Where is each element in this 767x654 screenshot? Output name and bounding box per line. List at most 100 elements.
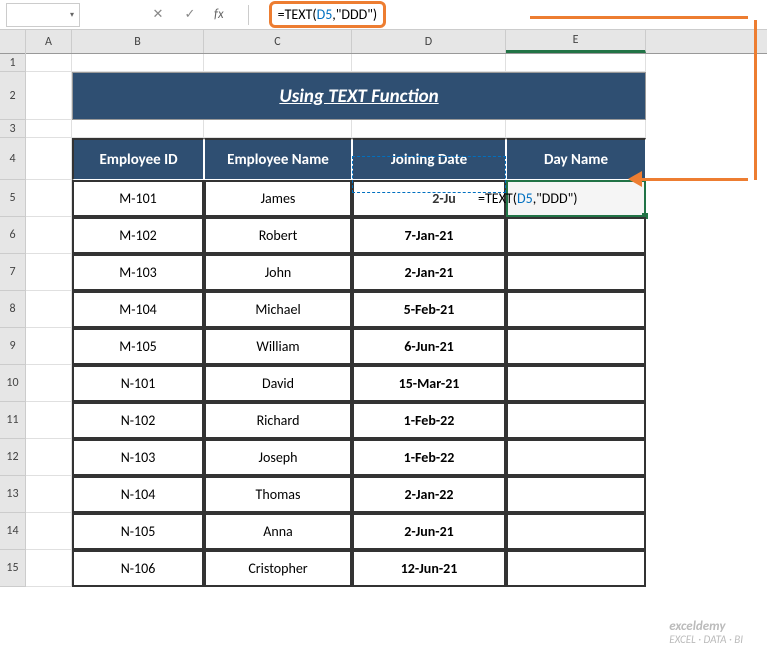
data-cell[interactable] [506,291,646,328]
data-cell[interactable]: N-104 [72,476,204,513]
header-day-name[interactable]: Day Name [506,138,646,180]
cell[interactable] [26,550,72,587]
data-cell[interactable] [506,402,646,439]
col-header[interactable]: A [26,30,72,53]
data-cell[interactable]: N-101 [72,365,204,402]
data-cell[interactable]: Robert [204,217,352,254]
data-cell[interactable] [506,328,646,365]
data-cell[interactable]: Joseph [204,439,352,476]
cell[interactable] [352,120,506,138]
data-cell[interactable]: N-103 [72,439,204,476]
select-all-corner[interactable] [0,30,25,54]
cell[interactable] [506,120,646,138]
data-cell[interactable]: 15-Mar-21 [352,365,506,402]
cell[interactable] [26,439,72,476]
data-cell[interactable]: John [204,254,352,291]
cell[interactable] [506,54,646,72]
data-cell[interactable]: Richard [204,402,352,439]
data-cell[interactable]: M-104 [72,291,204,328]
cell[interactable] [72,54,204,72]
data-cell[interactable]: Thomas [204,476,352,513]
data-cell[interactable]: 7-Jan-21 [352,217,506,254]
cell[interactable] [26,138,72,180]
row-header[interactable]: 5 [0,180,25,217]
cell[interactable] [26,72,72,120]
row-header[interactable]: 4 [0,138,25,180]
formula-bar-buttons: ✕ ✓ fx [80,7,238,22]
cell[interactable] [26,120,72,138]
row-header[interactable]: 6 [0,217,25,254]
data-cell[interactable] [506,513,646,550]
col-header[interactable]: B [72,30,204,53]
data-cell[interactable]: N-106 [72,550,204,587]
data-cell[interactable]: 1-Feb-22 [352,402,506,439]
data-cell[interactable]: 12-Jun-21 [352,550,506,587]
row-header[interactable]: 3 [0,120,25,138]
data-cell[interactable] [506,217,646,254]
selected-cell-e5[interactable]: =TEXT(D5,"DDD") [506,180,646,217]
row-header[interactable]: 2 [0,72,25,120]
title-cell[interactable]: Using TEXT Function [72,72,646,120]
header-emp-name[interactable]: Employee Name [204,138,352,180]
row-header[interactable]: 8 [0,291,25,328]
data-cell[interactable]: David [204,365,352,402]
data-cell[interactable]: M-101 [72,180,204,217]
header-emp-id[interactable]: Employee ID [72,138,204,180]
row-header[interactable]: 11 [0,402,25,439]
row-header[interactable]: 1 [0,54,25,72]
cell[interactable] [26,54,72,72]
data-cell[interactable]: N-105 [72,513,204,550]
row-header[interactable]: 13 [0,476,25,513]
row-header[interactable]: 7 [0,254,25,291]
cancel-icon[interactable]: ✕ [150,7,166,22]
col-header[interactable]: D [352,30,506,53]
data-cell[interactable]: 6-Jun-21 [352,328,506,365]
data-cell[interactable]: M-105 [72,328,204,365]
data-cell[interactable]: N-102 [72,402,204,439]
cell[interactable] [72,120,204,138]
cell[interactable] [26,291,72,328]
row-header[interactable]: 14 [0,513,25,550]
data-cell[interactable]: M-103 [72,254,204,291]
cell[interactable] [204,54,352,72]
data-cell[interactable]: 2-Jun-21 [352,513,506,550]
row-header[interactable]: 9 [0,328,25,365]
data-cell[interactable]: Michael [204,291,352,328]
col-header[interactable]: C [204,30,352,53]
data-cell[interactable]: 5-Feb-21 [352,291,506,328]
data-cell[interactable] [506,254,646,291]
spreadsheet: 1 2 3 4 5 6 7 8 9 10 11 12 13 14 15 A B … [0,30,767,587]
data-cell[interactable] [506,550,646,587]
data-cell[interactable] [506,365,646,402]
data-cell[interactable]: William [204,328,352,365]
data-cell[interactable] [506,439,646,476]
row-header[interactable]: 15 [0,550,25,587]
data-cell[interactable]: James [204,180,352,217]
cell[interactable] [26,217,72,254]
data-cell[interactable]: Cristopher [204,550,352,587]
data-cell[interactable] [506,476,646,513]
fx-label[interactable]: fx [214,7,230,22]
cell[interactable] [26,254,72,291]
formula-input[interactable]: =TEXT(D5,"DDD") [259,1,767,28]
cell[interactable] [352,54,506,72]
dropdown-icon[interactable]: ▾ [65,10,79,20]
row-header[interactable]: 10 [0,365,25,402]
cell[interactable] [26,402,72,439]
header-join-date[interactable]: Joining Date [352,138,506,180]
data-cell[interactable]: Anna [204,513,352,550]
cell[interactable] [26,513,72,550]
row-header[interactable]: 12 [0,439,25,476]
cell[interactable] [26,365,72,402]
data-cell[interactable]: 2-Jan-21 [352,254,506,291]
cell[interactable] [26,476,72,513]
cell[interactable] [26,328,72,365]
cell[interactable] [204,120,352,138]
name-box[interactable]: ▾ [6,3,80,27]
data-cell[interactable]: 1-Feb-22 [352,439,506,476]
data-cell[interactable]: M-102 [72,217,204,254]
col-header-selected[interactable]: E [506,30,646,53]
data-cell[interactable]: 2-Jan-22 [352,476,506,513]
confirm-icon[interactable]: ✓ [182,7,198,22]
cell[interactable] [26,180,72,217]
